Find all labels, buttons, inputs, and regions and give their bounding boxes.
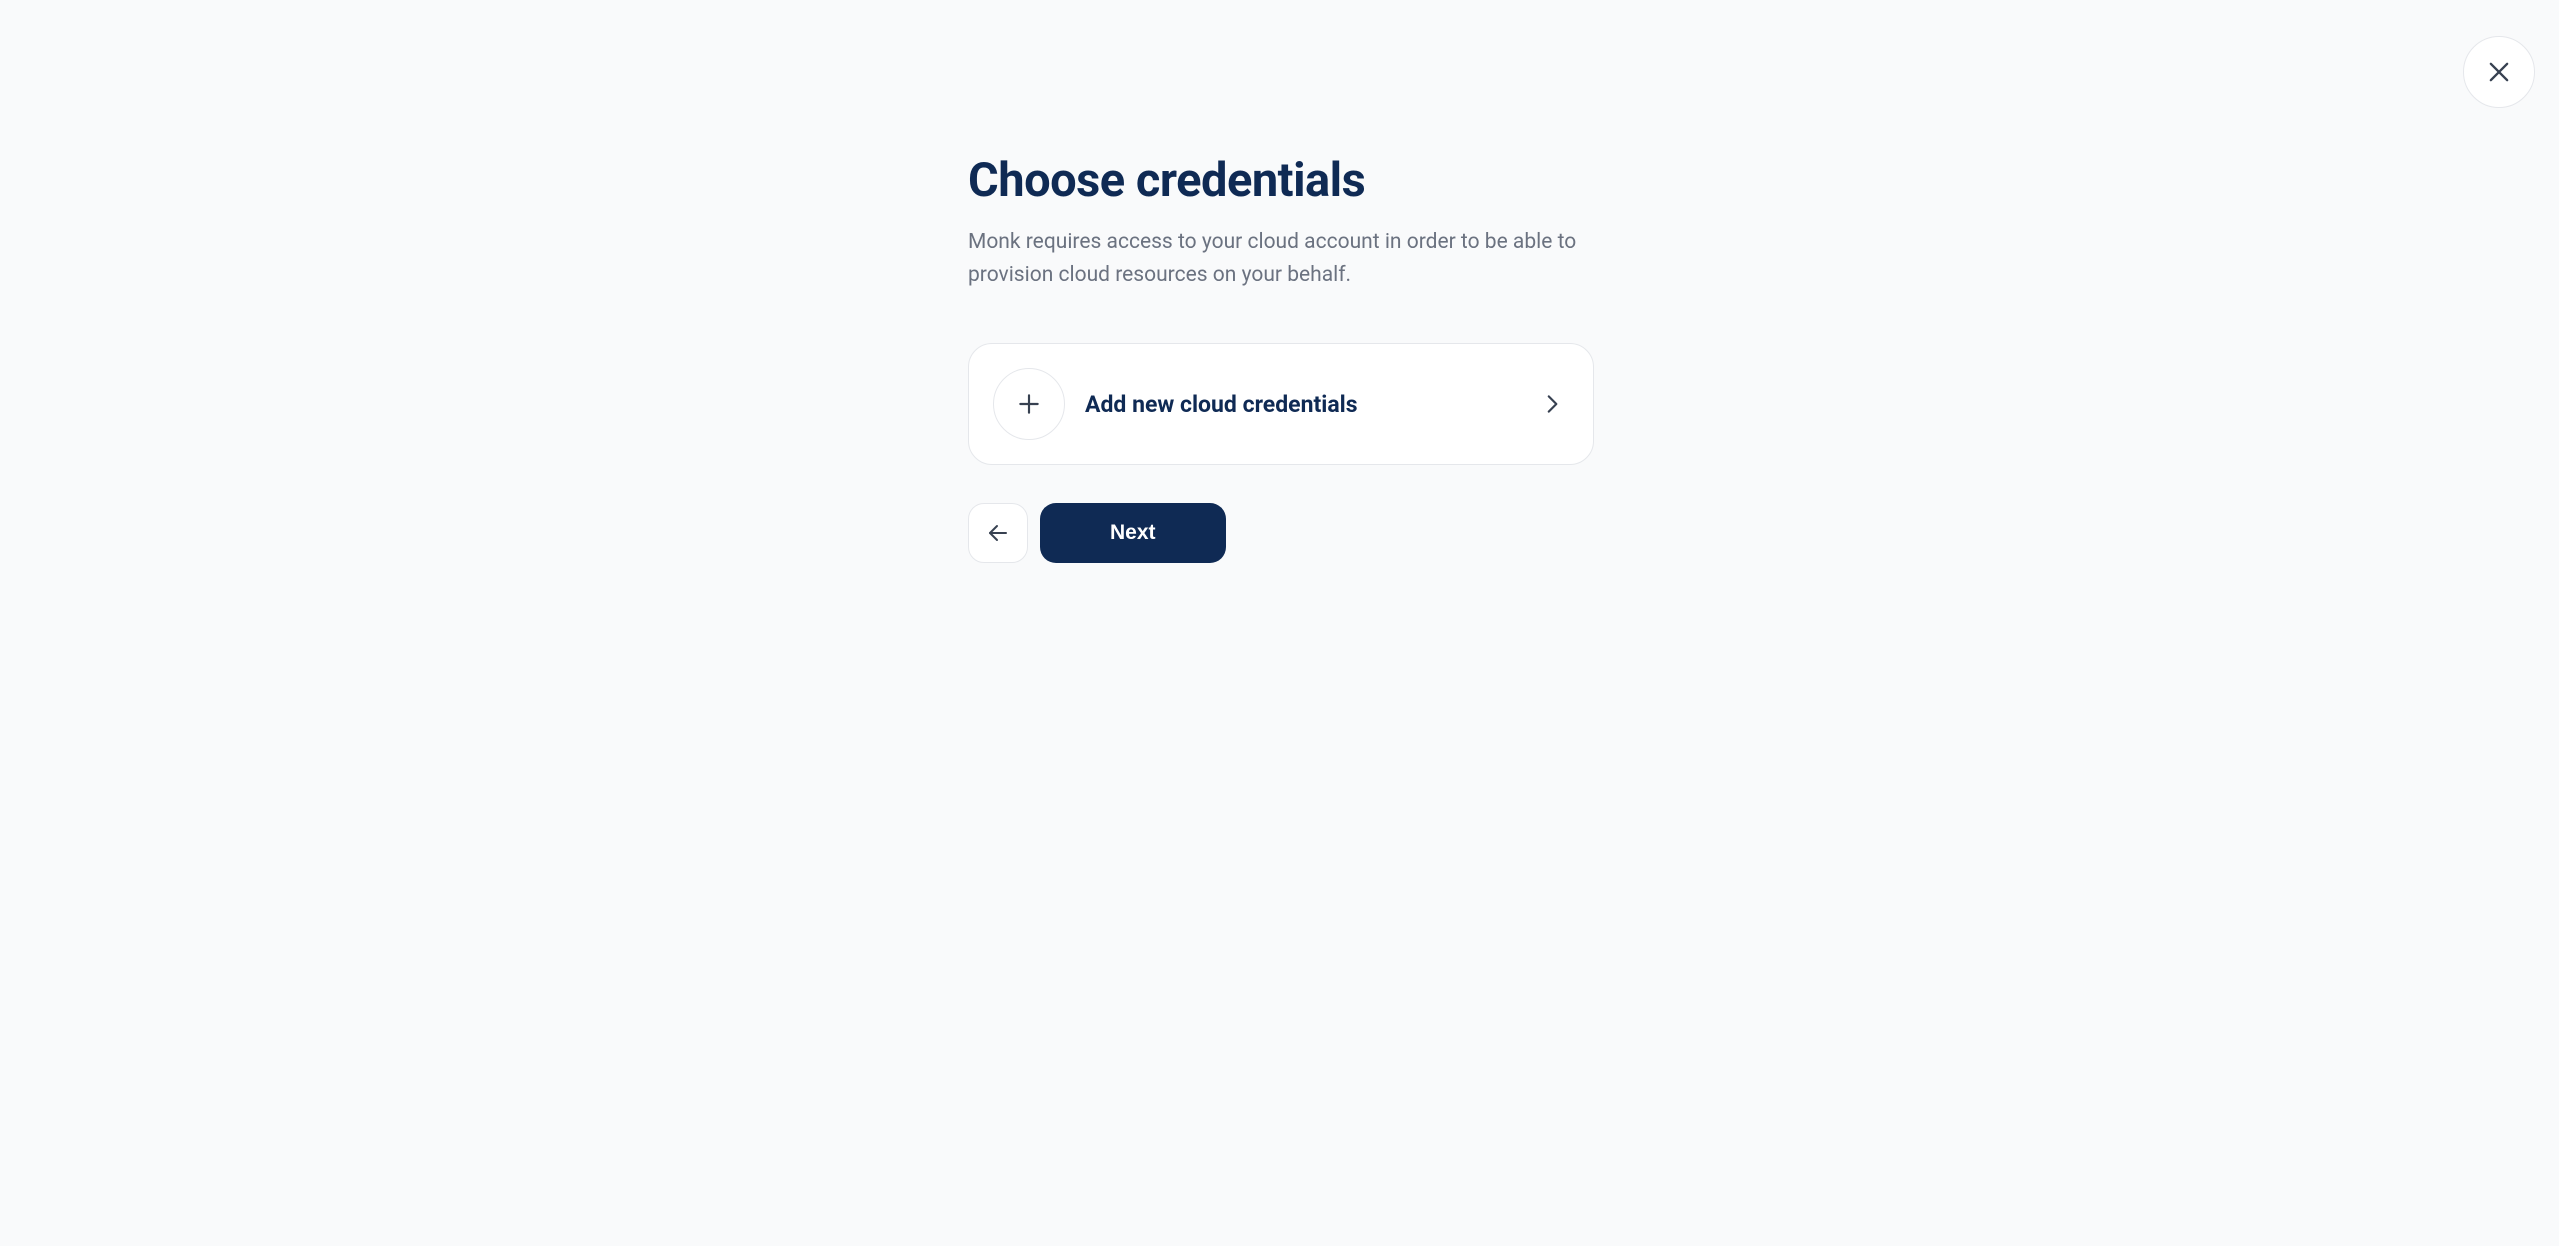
plus-icon-circle <box>993 368 1065 440</box>
arrow-left-icon <box>986 521 1010 545</box>
close-button[interactable] <box>2463 36 2535 108</box>
add-credentials-card[interactable]: Add new cloud credentials <box>968 343 1594 465</box>
plus-icon <box>1016 391 1042 417</box>
credentials-step: Choose credentials Monk requires access … <box>968 0 1608 563</box>
add-credentials-label: Add new cloud credentials <box>1085 391 1539 418</box>
back-button[interactable] <box>968 503 1028 563</box>
page-subtitle: Monk requires access to your cloud accou… <box>968 226 1588 291</box>
next-button[interactable]: Next <box>1040 503 1226 563</box>
close-icon <box>2485 58 2513 86</box>
page-title: Choose credentials <box>968 154 1608 208</box>
chevron-right-icon <box>1539 391 1565 417</box>
wizard-footer: Next <box>968 503 1608 563</box>
